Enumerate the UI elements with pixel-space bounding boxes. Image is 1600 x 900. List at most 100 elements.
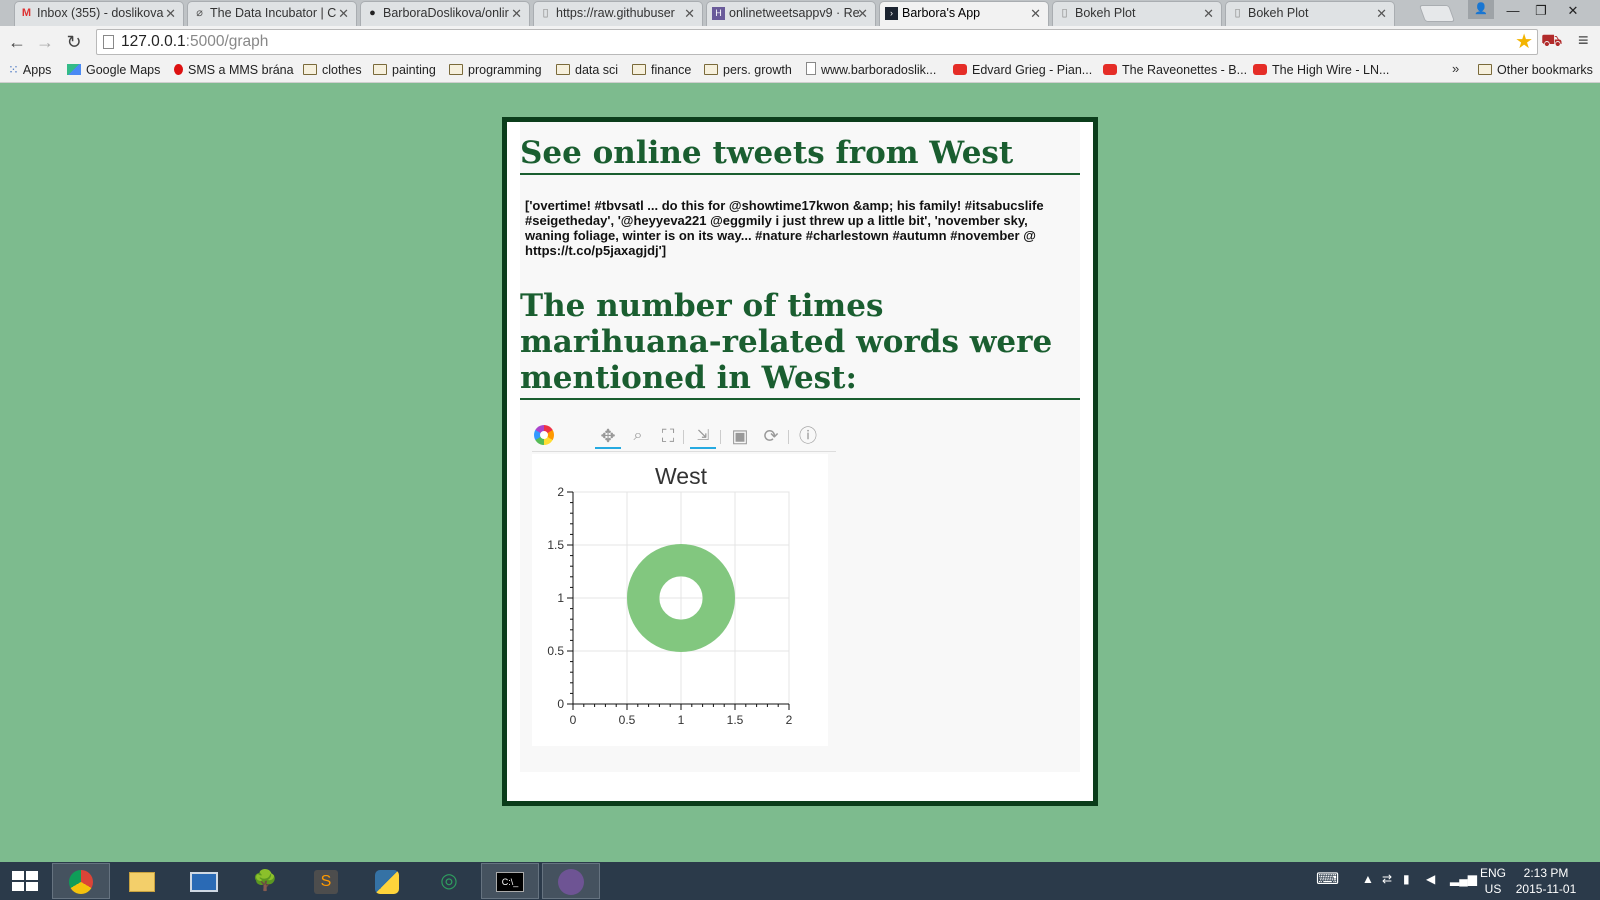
bookmark-label: SMS a MMS brána <box>188 63 294 77</box>
windows-start-icon[interactable] <box>12 871 38 891</box>
url-path: :5000/graph <box>185 33 269 50</box>
tree-app-icon[interactable]: 🌳 <box>236 863 294 899</box>
reset-icon[interactable]: ⟳ <box>758 423 784 449</box>
bookmark-apps[interactable]: ⁙ Apps <box>8 62 51 78</box>
forward-arrow-icon[interactable]: → <box>34 31 56 53</box>
bookmark-label: Apps <box>22 63 52 77</box>
bookmark-edvard-grieg[interactable]: Edvard Grieg - Pian... <box>953 62 1092 78</box>
url-text[interactable]: 127.0.0.1:5000/graph <box>121 33 268 51</box>
bookmark-label: www.barboradoslik... <box>821 63 937 77</box>
bookmark-clothes[interactable]: clothes <box>303 62 362 78</box>
battery-icon[interactable]: ▮ <box>1403 872 1410 886</box>
bookmark-google-maps[interactable]: Google Maps <box>67 62 160 78</box>
tab-title: Bokeh Plot <box>1248 6 1309 20</box>
heroku-icon: H <box>712 7 725 20</box>
close-icon[interactable]: ✕ <box>684 2 695 25</box>
bookmark-label: Other bookmarks <box>1497 63 1593 77</box>
tab-gmail[interactable]: M Inbox (355) - doslikova ✕ <box>14 1 184 26</box>
bookmark-star-icon[interactable]: ★ <box>1515 30 1533 54</box>
bookmark-raveonettes[interactable]: The Raveonettes - B... <box>1103 62 1247 78</box>
tab-heroku[interactable]: H onlinetweetsappv9 · Re ✕ <box>706 1 876 26</box>
user-icon[interactable]: 👤 <box>1468 0 1494 19</box>
new-tab-button[interactable] <box>1418 5 1456 22</box>
tab-raw-github[interactable]: ▯ https://raw.githubuser ✕ <box>533 1 703 26</box>
browser-toolbar: ← → ↻ 127.0.0.1:5000/graph ★ ⛟ ≡ <box>0 26 1600 58</box>
close-icon[interactable]: ✕ <box>857 2 868 25</box>
close-icon[interactable]: ✕ <box>1030 2 1041 25</box>
close-icon[interactable]: ✕ <box>1203 2 1214 25</box>
close-icon[interactable]: ✕ <box>165 2 176 25</box>
reload-icon[interactable]: ↻ <box>63 31 85 53</box>
bookmark-data-sci[interactable]: data sci <box>556 62 618 78</box>
tab-bokeh-plot-2[interactable]: ▯ Bokeh Plot ✕ <box>1225 1 1395 26</box>
extension-icon[interactable]: ⛟ <box>1541 31 1562 53</box>
content-card: See online tweets from West ['overtime! … <box>502 117 1098 806</box>
pan-tool-icon[interactable]: ✥ <box>595 423 621 449</box>
vodafone-icon <box>174 64 183 75</box>
save-icon[interactable]: ▣ <box>727 423 753 449</box>
lenovo-icon[interactable] <box>175 863 233 899</box>
menu-icon[interactable]: ≡ <box>1578 30 1589 51</box>
anaconda-icon[interactable]: ◎ <box>420 863 478 899</box>
page-icon: ▯ <box>1061 7 1068 19</box>
tweets-text: ['overtime! #tbvsatl ... do this for @sh… <box>525 198 1044 258</box>
file-explorer-icon[interactable] <box>113 863 171 899</box>
bookmark-sms[interactable]: SMS a MMS brána <box>174 62 294 78</box>
chart-canvas[interactable]: West 0 0.5 1 1.5 2 0 0.5 1 1.5 2 <box>532 454 828 746</box>
taskbar-clock[interactable]: 2:13 PM 2015-11-01 <box>1510 865 1582 897</box>
bookmark-label: finance <box>651 63 692 77</box>
bookmark-label: The High Wire - LN... <box>1272 63 1390 77</box>
box-zoom-icon[interactable]: ⛶ <box>655 423 681 449</box>
bookmark-label: data sci <box>575 63 619 77</box>
help-icon[interactable]: ⓘ <box>795 423 821 449</box>
bokeh-logo-icon[interactable] <box>534 425 554 445</box>
y-tick-label: 0.5 <box>547 644 564 658</box>
toolbar-divider <box>720 430 721 444</box>
sync-icon[interactable]: ⇄ <box>1382 872 1392 886</box>
close-icon[interactable]: ✕ <box>1376 2 1387 25</box>
python-icon[interactable] <box>358 863 416 899</box>
command-prompt-icon[interactable]: C:\_ <box>481 863 539 899</box>
bookmark-painting[interactable]: painting <box>373 62 436 78</box>
bookmarks-overflow-button[interactable]: » <box>1452 61 1459 76</box>
github-icon: ● <box>369 7 376 19</box>
tab-bokeh-plot-1[interactable]: ▯ Bokeh Plot ✕ <box>1052 1 1222 26</box>
github-desktop-icon[interactable] <box>542 863 600 899</box>
network-icon[interactable]: ▂▄▆ <box>1450 872 1477 886</box>
resize-tool-icon[interactable]: ⇲ <box>690 423 716 449</box>
bookmark-barboradoslikova[interactable]: www.barboradoslik... <box>806 62 936 78</box>
folder-icon <box>1478 64 1492 75</box>
close-icon[interactable]: ✕ <box>338 2 349 25</box>
tab-title: Bokeh Plot <box>1075 6 1136 20</box>
tab-barboras-app[interactable]: › Barbora's App ✕ <box>879 1 1049 26</box>
y-tick-label: 1 <box>557 591 564 605</box>
language-indicator[interactable]: ENG US <box>1480 865 1506 897</box>
close-window-icon[interactable]: ✕ <box>1560 0 1586 22</box>
bokeh-plot[interactable]: West 0 0.5 1 1.5 2 0 0.5 1 1.5 2 <box>532 454 828 746</box>
address-bar[interactable]: 127.0.0.1:5000/graph ★ <box>96 29 1538 55</box>
minimize-icon[interactable]: — <box>1500 0 1526 22</box>
close-icon[interactable]: ✕ <box>511 2 522 25</box>
sublime-text-icon[interactable]: S <box>297 863 355 899</box>
tab-github[interactable]: ● BarboraDoslikova/onlir ✕ <box>360 1 530 26</box>
bookmark-label: The Raveonettes - B... <box>1122 63 1248 77</box>
x-tick-label: 1.5 <box>727 713 744 727</box>
clock-time: 2:13 PM <box>1523 866 1569 880</box>
wheel-zoom-icon[interactable]: ⌕ <box>625 423 651 449</box>
bookmark-finance[interactable]: finance <box>632 62 691 78</box>
back-arrow-icon[interactable]: ← <box>6 31 28 53</box>
tab-data-incubator[interactable]: ⌀ The Data Incubator | C ✕ <box>187 1 357 26</box>
chrome-taskbar-icon[interactable] <box>52 863 110 899</box>
x-tick-label: 1 <box>678 713 685 727</box>
restore-icon[interactable]: ❐ <box>1528 0 1554 22</box>
bookmark-other[interactable]: Other bookmarks <box>1478 62 1593 78</box>
gmail-icon: M <box>21 7 32 19</box>
bookmark-programming[interactable]: programming <box>449 62 542 78</box>
bookmark-pers-growth[interactable]: pers. growth <box>704 62 792 78</box>
tab-title: onlinetweetsappv9 · Re <box>729 6 860 20</box>
bookmark-high-wire[interactable]: The High Wire - LN... <box>1253 62 1389 78</box>
show-hidden-icons-icon[interactable]: ▲ <box>1362 872 1374 886</box>
page-title: See online tweets from West <box>520 135 1080 175</box>
volume-icon[interactable]: ◀ <box>1426 872 1435 886</box>
keyboard-icon[interactable]: ⌨ <box>1316 869 1339 889</box>
